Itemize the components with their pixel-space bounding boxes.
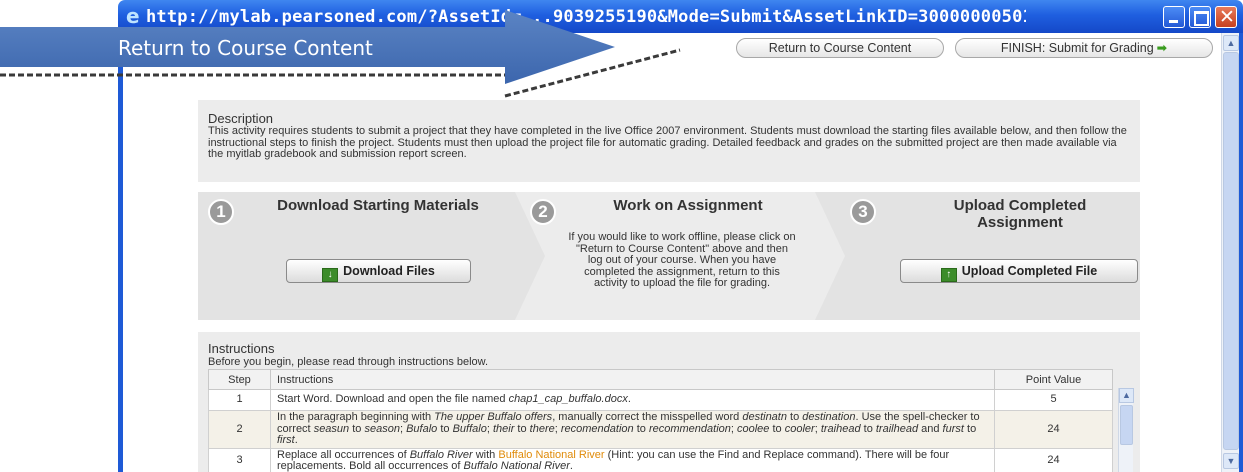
download-files-button[interactable]: ↓ Download Files [286, 259, 471, 283]
step-number: 2 [208, 410, 271, 449]
finish-submit-button[interactable]: FINISH: Submit for Grading ➡ [955, 38, 1213, 58]
step-upload: 3 Upload Completed Assignment [838, 192, 1140, 320]
scroll-up-arrow-icon[interactable]: ▲ [1119, 388, 1134, 403]
instructions-panel: Instructions Before you begin, please re… [198, 332, 1140, 472]
close-button[interactable]: ✕ [1215, 6, 1237, 28]
step-number: 1 [208, 389, 271, 411]
table-row: 3 Replace all occurrences of Buffalo Riv… [208, 447, 1113, 472]
step-number: 3 [208, 447, 271, 472]
instructions-subtitle: Before you begin, please read through in… [208, 356, 489, 368]
return-button-label: Return to Course Content [768, 41, 912, 55]
download-icon: ↓ [322, 268, 339, 282]
window-border-right [1239, 33, 1243, 472]
upload-completed-file-button[interactable]: ↑ Upload Completed File [900, 259, 1138, 283]
scroll-up-arrow-icon[interactable]: ▲ [1223, 35, 1239, 51]
header-point-value: Point Value [994, 369, 1113, 390]
point-value: 24 [994, 447, 1113, 472]
step-download: 1 Download Starting Materials [198, 192, 518, 320]
instructions-scrollbar[interactable]: ▲ [1118, 388, 1134, 472]
assignment-steps: 1 Download Starting Materials 2 Work on … [198, 192, 1140, 320]
step-3-title: Upload Completed Assignment [953, 197, 1087, 231]
vertical-scrollbar[interactable]: ▲ ▼ [1221, 33, 1239, 472]
scroll-down-arrow-icon[interactable]: ▼ [1223, 453, 1239, 469]
instruction-text: In the paragraph beginning with The uppe… [270, 410, 995, 449]
arrow-right-icon: ➡ [1156, 41, 1168, 55]
description-text: This activity requires students to submi… [208, 125, 1127, 160]
upload-icon: ↑ [940, 268, 957, 282]
scroll-thumb[interactable] [1120, 405, 1133, 445]
close-icon: ✕ [1219, 6, 1235, 28]
return-to-course-content-button[interactable]: Return to Course Content [736, 38, 944, 58]
upload-button-label: Upload Completed File [961, 264, 1098, 278]
step-2-text: If you would like to work offline, pleas… [568, 231, 796, 289]
step-2-badge: 2 [530, 199, 556, 225]
callout-arrow: Return to Course Content [0, 10, 681, 98]
step-2-title: Work on Assignment [613, 197, 763, 214]
minimize-button[interactable] [1163, 6, 1185, 28]
callout-label: Return to Course Content [118, 36, 373, 60]
maximize-button[interactable] [1189, 6, 1211, 28]
step-1-title: Download Starting Materials [277, 197, 479, 214]
instruction-text: Replace all occurrences of Buffalo River… [270, 447, 995, 472]
scroll-thumb[interactable] [1223, 52, 1239, 450]
step-3-badge: 3 [850, 199, 876, 225]
header-step: Step [208, 369, 271, 390]
instructions-table: Step Instructions Point Value 1 Start Wo… [208, 369, 1113, 472]
table-header-row: Step Instructions Point Value [208, 369, 1113, 390]
instruction-text: Start Word. Download and open the file n… [270, 389, 995, 411]
point-value: 5 [994, 389, 1113, 411]
table-row: 1 Start Word. Download and open the file… [208, 389, 1113, 411]
download-button-label: Download Files [343, 264, 435, 278]
header-instructions: Instructions [270, 369, 995, 390]
point-value: 24 [994, 410, 1113, 449]
instructions-title: Instructions [208, 341, 275, 356]
finish-button-label: FINISH: Submit for Grading [1000, 41, 1154, 55]
step-1-badge: 1 [208, 199, 234, 225]
table-row: 2 In the paragraph beginning with The up… [208, 410, 1113, 449]
